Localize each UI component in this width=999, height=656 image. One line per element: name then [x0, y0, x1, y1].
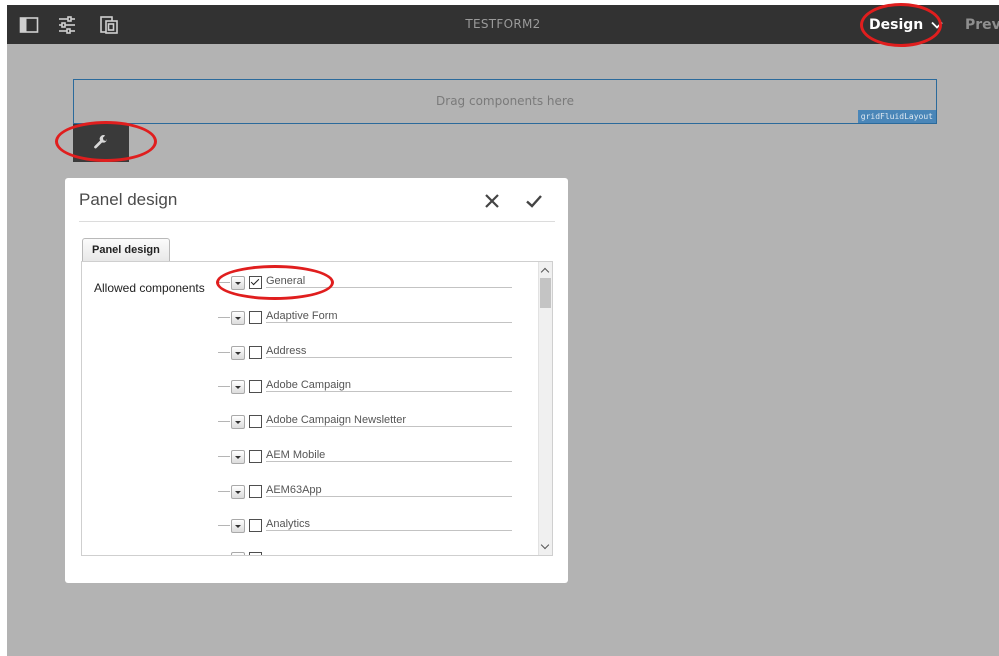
row-divider: [266, 287, 512, 288]
row-divider: [266, 461, 512, 462]
component-group-row: AEM Mobile: [218, 448, 512, 466]
tree-connector: [218, 317, 230, 318]
component-group-row-partial: [218, 550, 512, 555]
expand-arrow-icon[interactable]: [231, 519, 245, 533]
group-checkbox[interactable]: [249, 346, 262, 359]
mode-dropdown-button[interactable]: Design: [869, 14, 943, 36]
chevron-down-icon: [931, 21, 943, 29]
page-title: TESTFORM2: [465, 17, 541, 31]
left-strip: [0, 0, 7, 656]
row-divider: [266, 357, 512, 358]
tree-connector: [218, 352, 230, 353]
row-divider: [266, 322, 512, 323]
tree-connector: [218, 421, 230, 422]
row-divider: [266, 426, 512, 427]
layout-container-dropzone[interactable]: Drag components here gridFluidLayout: [73, 79, 937, 124]
group-label: AEM Mobile: [266, 449, 330, 461]
group-label: AEM63App: [266, 484, 326, 496]
scroll-up-arrow-icon[interactable]: [539, 264, 552, 277]
expand-arrow-icon[interactable]: [231, 276, 245, 290]
expand-arrow-icon[interactable]: [231, 415, 245, 429]
group-label: Address: [266, 345, 311, 357]
tree-connector: [218, 525, 230, 526]
group-checkbox[interactable]: [249, 380, 262, 393]
group-checkbox[interactable]: [249, 552, 262, 555]
editor-toolbar: TESTFORM2 Design Previ: [7, 5, 999, 44]
panel-design-dialog: Panel design Panel design Allowed compon…: [65, 178, 568, 583]
dialog-divider: [79, 221, 555, 222]
allowed-components-label: Allowed components: [94, 281, 205, 295]
scroll-down-arrow-icon[interactable]: [539, 540, 552, 553]
expand-arrow-icon[interactable]: [231, 450, 245, 464]
component-group-row: Adobe Campaign: [218, 378, 512, 396]
group-label: Analytics: [266, 518, 315, 530]
confirm-check-icon[interactable]: [525, 192, 543, 210]
mode-label: Design: [869, 17, 924, 33]
tree-connector: [218, 386, 230, 387]
expand-arrow-icon[interactable]: [231, 346, 245, 360]
design-configure-button[interactable]: [73, 124, 129, 162]
component-group-row: AEM63App: [218, 483, 512, 501]
dropzone-text: Drag components here: [436, 94, 574, 108]
row-divider: [266, 391, 512, 392]
component-group-row: Adobe Campaign Newsletter: [218, 413, 512, 431]
expand-arrow-icon[interactable]: [231, 311, 245, 325]
component-group-row: Adaptive Form: [218, 309, 512, 327]
group-label: Adaptive Form: [266, 310, 342, 322]
group-checkbox[interactable]: [249, 485, 262, 498]
vertical-scrollbar[interactable]: [538, 262, 552, 555]
expand-arrow-icon[interactable]: [231, 380, 245, 394]
group-label: Adobe Campaign: [266, 379, 356, 391]
dialog-title: Panel design: [79, 190, 178, 209]
group-checkbox[interactable]: [249, 415, 262, 428]
tab-panel: Allowed components General Adaptive Form…: [81, 261, 553, 556]
expand-arrow-icon[interactable]: [231, 485, 245, 499]
row-divider: [266, 496, 512, 497]
tab-panel-design[interactable]: Panel design: [82, 238, 170, 261]
component-group-row: Analytics: [218, 517, 512, 535]
tree-connector: [218, 456, 230, 457]
row-divider: [266, 530, 512, 531]
group-checkbox[interactable]: [249, 276, 262, 289]
group-label: Adobe Campaign Newsletter: [266, 414, 411, 426]
wrench-icon: [94, 135, 108, 149]
group-label: General: [266, 275, 310, 287]
component-group-row: General: [218, 274, 512, 292]
group-checkbox[interactable]: [249, 519, 262, 532]
tree-connector: [218, 491, 230, 492]
close-icon[interactable]: [483, 192, 501, 210]
component-group-row: Address: [218, 344, 512, 362]
tree-connector: [218, 282, 230, 283]
scrollbar-thumb[interactable]: [540, 278, 551, 308]
expand-arrow-icon[interactable]: [231, 552, 245, 555]
group-checkbox[interactable]: [249, 311, 262, 324]
group-checkbox[interactable]: [249, 450, 262, 463]
preview-button[interactable]: Previ: [965, 14, 999, 36]
layout-type-label: gridFluidLayout: [857, 110, 936, 123]
